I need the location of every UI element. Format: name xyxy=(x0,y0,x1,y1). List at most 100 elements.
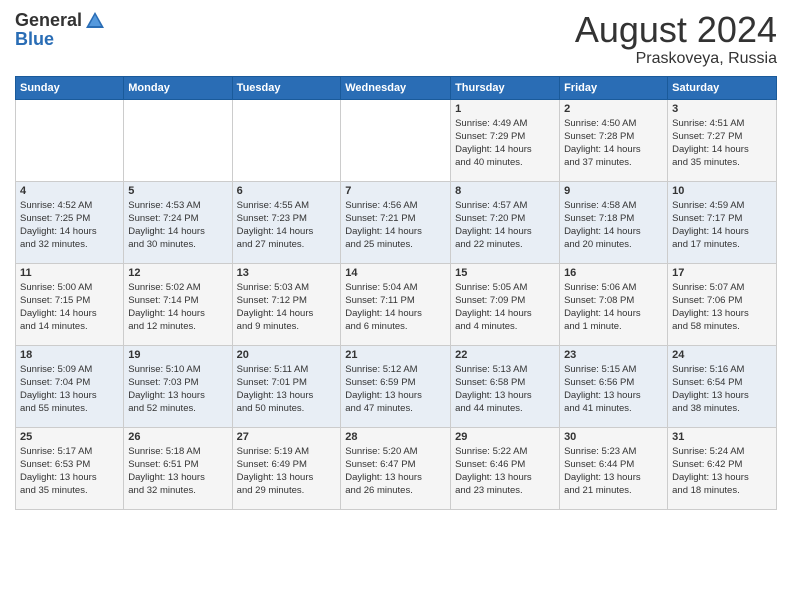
calendar-cell: 2 Sunrise: 4:50 AM Sunset: 7:28 PM Daylig… xyxy=(560,99,668,181)
day-number: 6 xyxy=(237,185,337,197)
calendar-cell xyxy=(16,99,124,181)
day-detail: Sunrise: 5:17 AM Sunset: 6:53 PM Dayligh… xyxy=(20,445,119,498)
day-number: 4 xyxy=(20,185,119,197)
day-number: 5 xyxy=(128,185,227,197)
day-detail: Sunrise: 5:11 AM Sunset: 7:01 PM Dayligh… xyxy=(237,363,337,416)
day-detail: Sunrise: 5:15 AM Sunset: 6:56 PM Dayligh… xyxy=(564,363,663,416)
calendar-cell: 6Sunrise: 4:55 AM Sunset: 7:23 PM Daylig… xyxy=(232,181,341,263)
day-detail: Sunrise: 4:52 AM Sunset: 7:25 PM Dayligh… xyxy=(20,199,119,252)
day-number: 27 xyxy=(237,431,337,443)
calendar-cell: 22 Sunrise: 5:13 AM Sunset: 6:58 PM Dayli… xyxy=(451,345,560,427)
calendar-cell: 12Sunrise: 5:02 AM Sunset: 7:14 PM Dayli… xyxy=(124,263,232,345)
title-block: August 2024 Praskoveya, Russia xyxy=(575,10,777,68)
calendar-cell xyxy=(124,99,232,181)
day-number: 20 xyxy=(237,349,337,361)
calendar-cell: 16 Sunrise: 5:06 AM Sunset: 7:08 PM Dayli… xyxy=(560,263,668,345)
day-number: 15 xyxy=(455,267,555,279)
calendar-cell: 25 Sunrise: 5:17 AM Sunset: 6:53 PM Dayli… xyxy=(16,427,124,509)
day-detail: Sunrise: 5:19 AM Sunset: 6:49 PM Dayligh… xyxy=(237,445,337,498)
weekday-header-friday: Friday xyxy=(560,76,668,99)
day-number: 10 xyxy=(672,185,772,197)
weekday-header-monday: Monday xyxy=(124,76,232,99)
day-detail: Sunrise: 4:49 AM Sunset: 7:29 PM Dayligh… xyxy=(455,117,555,170)
weekday-header-wednesday: Wednesday xyxy=(341,76,451,99)
day-detail: Sunrise: 5:22 AM Sunset: 6:46 PM Dayligh… xyxy=(455,445,555,498)
calendar-table: SundayMondayTuesdayWednesdayThursdayFrid… xyxy=(15,76,777,510)
day-detail: Sunrise: 4:51 AM Sunset: 7:27 PM Dayligh… xyxy=(672,117,772,170)
day-detail: Sunrise: 5:00 AM Sunset: 7:15 PM Dayligh… xyxy=(20,281,119,334)
day-number: 30 xyxy=(564,431,663,443)
calendar-week-2: 4 Sunrise: 4:52 AM Sunset: 7:25 PM Daylig… xyxy=(16,181,777,263)
calendar-cell: 18Sunrise: 5:09 AM Sunset: 7:04 PM Dayli… xyxy=(16,345,124,427)
day-detail: Sunrise: 4:50 AM Sunset: 7:28 PM Dayligh… xyxy=(564,117,663,170)
calendar-cell: 29Sunrise: 5:22 AM Sunset: 6:46 PM Dayli… xyxy=(451,427,560,509)
calendar-week-5: 25 Sunrise: 5:17 AM Sunset: 6:53 PM Dayli… xyxy=(16,427,777,509)
day-detail: Sunrise: 5:02 AM Sunset: 7:14 PM Dayligh… xyxy=(128,281,227,334)
calendar-week-3: 11 Sunrise: 5:00 AM Sunset: 7:15 PM Dayli… xyxy=(16,263,777,345)
day-detail: Sunrise: 4:59 AM Sunset: 7:17 PM Dayligh… xyxy=(672,199,772,252)
calendar-cell: 23Sunrise: 5:15 AM Sunset: 6:56 PM Dayli… xyxy=(560,345,668,427)
day-number: 25 xyxy=(20,431,119,443)
day-number: 19 xyxy=(128,349,227,361)
calendar-cell: 14 Sunrise: 5:04 AM Sunset: 7:11 PM Dayli… xyxy=(341,263,451,345)
day-number: 7 xyxy=(345,185,446,197)
calendar-cell: 11 Sunrise: 5:00 AM Sunset: 7:15 PM Dayli… xyxy=(16,263,124,345)
day-detail: Sunrise: 4:53 AM Sunset: 7:24 PM Dayligh… xyxy=(128,199,227,252)
logo-general-text: General xyxy=(15,11,82,31)
day-number: 17 xyxy=(672,267,772,279)
calendar-body: 1 Sunrise: 4:49 AM Sunset: 7:29 PM Daylig… xyxy=(16,99,777,509)
calendar-cell: 19 Sunrise: 5:10 AM Sunset: 7:03 PM Dayli… xyxy=(124,345,232,427)
day-number: 3 xyxy=(672,103,772,115)
header: General Blue August 2024 Praskoveya, Rus… xyxy=(15,10,777,68)
day-number: 2 xyxy=(564,103,663,115)
weekday-header-tuesday: Tuesday xyxy=(232,76,341,99)
month-year-title: August 2024 xyxy=(575,10,777,50)
calendar-cell: 9Sunrise: 4:58 AM Sunset: 7:18 PM Daylig… xyxy=(560,181,668,263)
day-number: 21 xyxy=(345,349,446,361)
calendar-cell: 13Sunrise: 5:03 AM Sunset: 7:12 PM Dayli… xyxy=(232,263,341,345)
weekday-header-row: SundayMondayTuesdayWednesdayThursdayFrid… xyxy=(16,76,777,99)
calendar-cell: 8Sunrise: 4:57 AM Sunset: 7:20 PM Daylig… xyxy=(451,181,560,263)
weekday-header-thursday: Thursday xyxy=(451,76,560,99)
calendar-header: SundayMondayTuesdayWednesdayThursdayFrid… xyxy=(16,76,777,99)
calendar-cell: 17Sunrise: 5:07 AM Sunset: 7:06 PM Dayli… xyxy=(668,263,777,345)
calendar-cell: 26Sunrise: 5:18 AM Sunset: 6:51 PM Dayli… xyxy=(124,427,232,509)
calendar-cell: 15Sunrise: 5:05 AM Sunset: 7:09 PM Dayli… xyxy=(451,263,560,345)
day-detail: Sunrise: 5:13 AM Sunset: 6:58 PM Dayligh… xyxy=(455,363,555,416)
day-detail: Sunrise: 5:10 AM Sunset: 7:03 PM Dayligh… xyxy=(128,363,227,416)
day-number: 11 xyxy=(20,267,119,279)
calendar-cell xyxy=(232,99,341,181)
calendar-cell: 28Sunrise: 5:20 AM Sunset: 6:47 PM Dayli… xyxy=(341,427,451,509)
day-number: 1 xyxy=(455,103,555,115)
day-detail: Sunrise: 4:56 AM Sunset: 7:21 PM Dayligh… xyxy=(345,199,446,252)
calendar-week-4: 18Sunrise: 5:09 AM Sunset: 7:04 PM Dayli… xyxy=(16,345,777,427)
day-detail: Sunrise: 5:04 AM Sunset: 7:11 PM Dayligh… xyxy=(345,281,446,334)
calendar-cell: 20 Sunrise: 5:11 AM Sunset: 7:01 PM Dayli… xyxy=(232,345,341,427)
calendar-cell: 3 Sunrise: 4:51 AM Sunset: 7:27 PM Daylig… xyxy=(668,99,777,181)
day-detail: Sunrise: 5:09 AM Sunset: 7:04 PM Dayligh… xyxy=(20,363,119,416)
calendar-cell: 30Sunrise: 5:23 AM Sunset: 6:44 PM Dayli… xyxy=(560,427,668,509)
day-detail: Sunrise: 5:06 AM Sunset: 7:08 PM Dayligh… xyxy=(564,281,663,334)
day-number: 14 xyxy=(345,267,446,279)
day-detail: Sunrise: 5:24 AM Sunset: 6:42 PM Dayligh… xyxy=(672,445,772,498)
day-number: 22 xyxy=(455,349,555,361)
calendar-cell: 5 Sunrise: 4:53 AM Sunset: 7:24 PM Daylig… xyxy=(124,181,232,263)
calendar-cell: 31Sunrise: 5:24 AM Sunset: 6:42 PM Dayli… xyxy=(668,427,777,509)
weekday-header-saturday: Saturday xyxy=(668,76,777,99)
day-number: 28 xyxy=(345,431,446,443)
day-number: 24 xyxy=(672,349,772,361)
day-number: 26 xyxy=(128,431,227,443)
calendar-cell: 24 Sunrise: 5:16 AM Sunset: 6:54 PM Dayli… xyxy=(668,345,777,427)
calendar-cell: 21 Sunrise: 5:12 AM Sunset: 6:59 PM Dayli… xyxy=(341,345,451,427)
location-subtitle: Praskoveya, Russia xyxy=(575,50,777,68)
logo-blue-text: Blue xyxy=(15,30,106,50)
day-detail: Sunrise: 5:03 AM Sunset: 7:12 PM Dayligh… xyxy=(237,281,337,334)
day-detail: Sunrise: 5:12 AM Sunset: 6:59 PM Dayligh… xyxy=(345,363,446,416)
calendar-week-1: 1 Sunrise: 4:49 AM Sunset: 7:29 PM Daylig… xyxy=(16,99,777,181)
logo: General Blue xyxy=(15,10,106,50)
day-number: 16 xyxy=(564,267,663,279)
day-number: 8 xyxy=(455,185,555,197)
day-detail: Sunrise: 5:16 AM Sunset: 6:54 PM Dayligh… xyxy=(672,363,772,416)
calendar-cell: 7 Sunrise: 4:56 AM Sunset: 7:21 PM Daylig… xyxy=(341,181,451,263)
day-number: 9 xyxy=(564,185,663,197)
